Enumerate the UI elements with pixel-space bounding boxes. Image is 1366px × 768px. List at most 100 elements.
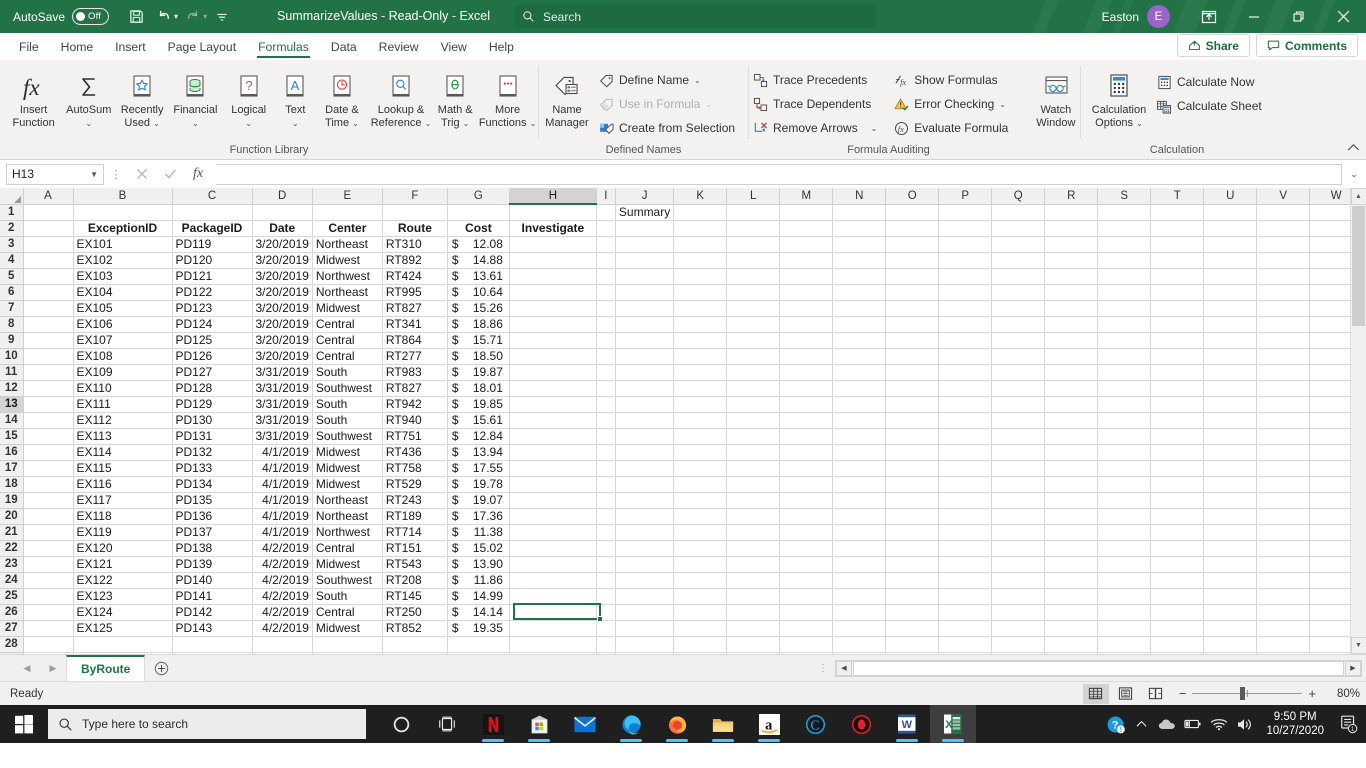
- cell-J22[interactable]: [615, 540, 675, 557]
- cell-K7[interactable]: [673, 300, 728, 317]
- avatar[interactable]: E: [1147, 5, 1170, 28]
- col-header-B[interactable]: B: [73, 188, 173, 205]
- cell-F27[interactable]: RT852: [382, 620, 448, 637]
- col-header-H[interactable]: H: [509, 188, 597, 205]
- help-icon[interactable]: ?!: [1102, 705, 1128, 743]
- cell-B22[interactable]: EX120: [73, 540, 173, 557]
- cell-U3[interactable]: [1203, 236, 1258, 253]
- cell-N16[interactable]: [832, 444, 887, 461]
- cell-R23[interactable]: [1044, 556, 1099, 573]
- cell-K14[interactable]: [673, 412, 728, 429]
- cell-H13[interactable]: [509, 396, 597, 413]
- cell-E13[interactable]: South: [312, 396, 383, 413]
- cell-A16[interactable]: [23, 444, 74, 461]
- cell-F23[interactable]: RT543: [382, 556, 448, 573]
- cell-J14[interactable]: [615, 412, 675, 429]
- cell-U23[interactable]: [1203, 556, 1258, 573]
- cell-P9[interactable]: [938, 332, 993, 349]
- cell-O12[interactable]: [885, 380, 940, 397]
- name-box[interactable]: H13 ▼: [6, 163, 104, 185]
- cell-M6[interactable]: [779, 284, 834, 301]
- cell-M1[interactable]: [779, 204, 834, 221]
- cell-P7[interactable]: [938, 300, 993, 317]
- cell-I6[interactable]: [596, 284, 616, 301]
- cell-O4[interactable]: [885, 252, 940, 269]
- row-header-5[interactable]: 5: [0, 268, 24, 285]
- tab-help[interactable]: Help: [478, 33, 525, 60]
- cell-J18[interactable]: [615, 476, 675, 493]
- cell-G11[interactable]: $19.87: [447, 364, 510, 381]
- col-header-K[interactable]: K: [673, 188, 728, 205]
- cell-U2[interactable]: [1203, 220, 1258, 237]
- cell-C27[interactable]: PD143: [172, 620, 253, 637]
- cell-E8[interactable]: Central: [312, 316, 383, 333]
- calculate-now-button[interactable]: Calculate Now: [1153, 70, 1265, 94]
- cell-R2[interactable]: [1044, 220, 1099, 237]
- cell-B15[interactable]: EX113: [73, 428, 173, 445]
- evaluate-formula-button[interactable]: fx Evaluate Formula: [890, 116, 1029, 140]
- row-header-1[interactable]: 1: [0, 204, 24, 221]
- cell-F5[interactable]: RT424: [382, 268, 448, 285]
- cell-J19[interactable]: [615, 492, 675, 509]
- cell-S1[interactable]: [1097, 204, 1152, 221]
- cell-C21[interactable]: PD137: [172, 524, 253, 541]
- cell-A4[interactable]: [23, 252, 74, 269]
- name-manager-button[interactable]: Name Manager: [539, 66, 595, 129]
- cell-V7[interactable]: [1256, 300, 1311, 317]
- cell-T12[interactable]: [1150, 380, 1205, 397]
- cell-C20[interactable]: PD136: [172, 508, 253, 525]
- cell-M11[interactable]: [779, 364, 834, 381]
- cell-V12[interactable]: [1256, 380, 1311, 397]
- cell-U19[interactable]: [1203, 492, 1258, 509]
- cell-I25[interactable]: [596, 588, 616, 605]
- cell-E4[interactable]: Midwest: [312, 252, 383, 269]
- cell-R21[interactable]: [1044, 524, 1099, 541]
- cell-E12[interactable]: Southwest: [312, 380, 383, 397]
- cell-D19[interactable]: 4/1/2019: [252, 492, 313, 509]
- watch-window-button[interactable]: Watch Window: [1032, 66, 1080, 129]
- cell-N1[interactable]: [832, 204, 887, 221]
- row-header-25[interactable]: 25: [0, 588, 24, 605]
- cell-H11[interactable]: [509, 364, 597, 381]
- text-dropdown-icon[interactable]: ⌄: [292, 119, 299, 128]
- cell-K8[interactable]: [673, 316, 728, 333]
- cell-A22[interactable]: [23, 540, 74, 557]
- cell-L12[interactable]: [726, 380, 781, 397]
- cell-V15[interactable]: [1256, 428, 1311, 445]
- save-icon[interactable]: [123, 5, 149, 29]
- col-header-N[interactable]: N: [832, 188, 887, 205]
- cell-Q15[interactable]: [991, 428, 1046, 445]
- cell-T1[interactable]: [1150, 204, 1205, 221]
- cell-H1[interactable]: [509, 204, 597, 221]
- cell-U18[interactable]: [1203, 476, 1258, 493]
- cell-C23[interactable]: PD139: [172, 556, 253, 573]
- cell-I19[interactable]: [596, 492, 616, 509]
- cell-U17[interactable]: [1203, 460, 1258, 477]
- col-header-J[interactable]: J: [615, 188, 675, 205]
- cell-C8[interactable]: PD124: [172, 316, 253, 333]
- cell-M25[interactable]: [779, 588, 834, 605]
- cell-T7[interactable]: [1150, 300, 1205, 317]
- cell-J5[interactable]: [615, 268, 675, 285]
- cell-F21[interactable]: RT714: [382, 524, 448, 541]
- tab-formulas[interactable]: Formulas: [247, 33, 320, 60]
- cell-S5[interactable]: [1097, 268, 1152, 285]
- cell-I15[interactable]: [596, 428, 616, 445]
- cell-N11[interactable]: [832, 364, 887, 381]
- cell-D18[interactable]: 4/1/2019: [252, 476, 313, 493]
- cell-M16[interactable]: [779, 444, 834, 461]
- sheet-nav-prev-icon[interactable]: ◀: [14, 657, 40, 679]
- trace-dependents-button[interactable]: Trace Dependents: [749, 92, 890, 116]
- cell-J15[interactable]: [615, 428, 675, 445]
- cell-R8[interactable]: [1044, 316, 1099, 333]
- cell-G17[interactable]: $17.55: [447, 460, 510, 477]
- cell-N18[interactable]: [832, 476, 887, 493]
- cell-B1[interactable]: [73, 204, 173, 221]
- cell-O18[interactable]: [885, 476, 940, 493]
- cell-M14[interactable]: [779, 412, 834, 429]
- cell-C14[interactable]: PD130: [172, 412, 253, 429]
- cell-F7[interactable]: RT827: [382, 300, 448, 317]
- cell-L11[interactable]: [726, 364, 781, 381]
- cell-M28[interactable]: [779, 636, 834, 653]
- cell-G18[interactable]: $19.78: [447, 476, 510, 493]
